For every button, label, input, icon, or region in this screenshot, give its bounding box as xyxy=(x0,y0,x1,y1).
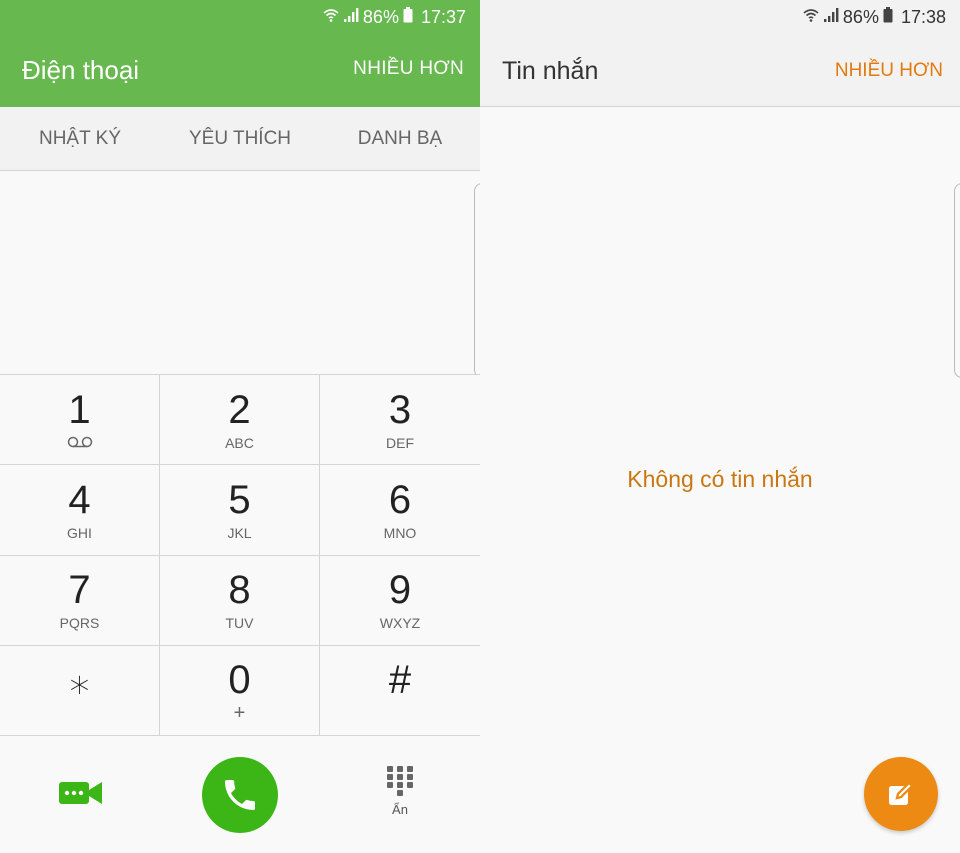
status-clock: 17:37 xyxy=(420,6,466,27)
phone-app-screen: 86% 17:37 Điện thoại NHIỀU HƠN NHẬT KÝ Y… xyxy=(0,0,480,853)
hide-keypad-button[interactable]: Ẩn xyxy=(378,766,422,836)
phone-icon xyxy=(225,780,255,810)
battery-percent: 86% xyxy=(842,6,879,27)
key-digit: 6 xyxy=(388,477,412,522)
video-call-icon xyxy=(59,782,102,804)
phone-header: 86% 17:37 Điện thoại NHIỀU HƠN xyxy=(0,0,480,107)
key-digit: 0 xyxy=(228,658,251,703)
key-1[interactable]: 1 xyxy=(0,375,160,466)
video-call-button[interactable] xyxy=(57,776,105,810)
key-0[interactable]: 0 + xyxy=(160,645,320,736)
key-5[interactable]: 5 JKL xyxy=(160,465,320,556)
key-digit: # xyxy=(388,658,412,703)
battery-icon xyxy=(403,6,413,28)
dialpad-icon xyxy=(387,766,413,796)
key-letters: GHI xyxy=(67,524,92,541)
key-8[interactable]: 8 TUV xyxy=(160,555,320,646)
key-star[interactable]: ⁎ xyxy=(0,645,160,736)
status-bar: 86% 17:37 xyxy=(0,0,480,34)
key-digit: 9 xyxy=(388,568,412,613)
key-digit: ⁎ xyxy=(69,658,90,703)
key-letters: DEF xyxy=(386,434,414,451)
signal-icon xyxy=(823,7,839,28)
key-letters: PQRS xyxy=(59,615,100,632)
wifi-icon xyxy=(323,7,339,28)
key-letters: + xyxy=(233,702,246,725)
number-display[interactable] xyxy=(0,171,480,374)
hide-label: Ẩn xyxy=(392,802,408,817)
dialer-action-bar: Ẩn xyxy=(0,736,480,853)
key-digit: 4 xyxy=(68,477,91,522)
page-title: Điện thoại xyxy=(22,55,140,85)
key-digit: 7 xyxy=(68,568,91,613)
compose-icon xyxy=(889,781,914,805)
tab-contacts[interactable]: DANH BẠ xyxy=(320,107,480,170)
key-7[interactable]: 7 PQRS xyxy=(0,555,160,646)
battery-percent: 86% xyxy=(362,6,399,27)
key-letters: TUV xyxy=(225,615,254,632)
key-letters: MNO xyxy=(383,524,417,541)
more-button[interactable]: NHIỀU HƠN xyxy=(353,58,464,80)
status-bar: 86% 17:38 xyxy=(480,0,960,34)
messages-header: 86% 17:38 Tin nhắn NHIỀU HƠN xyxy=(480,0,960,107)
status-clock: 17:38 xyxy=(900,6,946,27)
key-digit: 5 xyxy=(228,477,251,522)
key-letters: WXYZ xyxy=(379,615,421,632)
key-6[interactable]: 6 MNO xyxy=(320,465,480,556)
key-digit: 2 xyxy=(228,387,251,432)
tab-favorites[interactable]: YÊU THÍCH xyxy=(160,107,320,170)
compose-button[interactable] xyxy=(864,757,938,831)
dial-keypad: 1 2 ABC 3 DEF 4 GHI 5 JKL 6 MNO 7 PQRS 8… xyxy=(0,374,480,736)
edge-panel-handle[interactable] xyxy=(954,183,960,378)
signal-icon xyxy=(343,7,359,28)
wifi-icon xyxy=(803,7,819,28)
key-hash[interactable]: # xyxy=(320,645,480,736)
empty-state-text: Không có tin nhắn xyxy=(627,466,813,492)
more-button[interactable]: NHIỀU HƠN xyxy=(835,60,943,82)
key-3[interactable]: 3 DEF xyxy=(320,375,480,466)
call-button[interactable] xyxy=(202,757,278,833)
key-9[interactable]: 9 WXYZ xyxy=(320,555,480,646)
key-digit: 1 xyxy=(68,387,91,432)
key-digit: 8 xyxy=(228,568,251,613)
key-digit: 3 xyxy=(388,387,412,432)
key-letters: ABC xyxy=(225,434,254,451)
key-letters: JKL xyxy=(227,524,252,541)
battery-icon xyxy=(883,6,893,28)
messages-app-screen: 86% 17:38 Tin nhắn NHIỀU HƠN Không có ti… xyxy=(480,0,960,853)
key-4[interactable]: 4 GHI xyxy=(0,465,160,556)
voicemail-icon xyxy=(67,434,93,452)
page-title: Tin nhắn xyxy=(502,57,599,85)
key-2[interactable]: 2 ABC xyxy=(160,375,320,466)
tab-log[interactable]: NHẬT KÝ xyxy=(0,107,160,170)
tab-bar: NHẬT KÝ YÊU THÍCH DANH BẠ xyxy=(0,107,480,171)
